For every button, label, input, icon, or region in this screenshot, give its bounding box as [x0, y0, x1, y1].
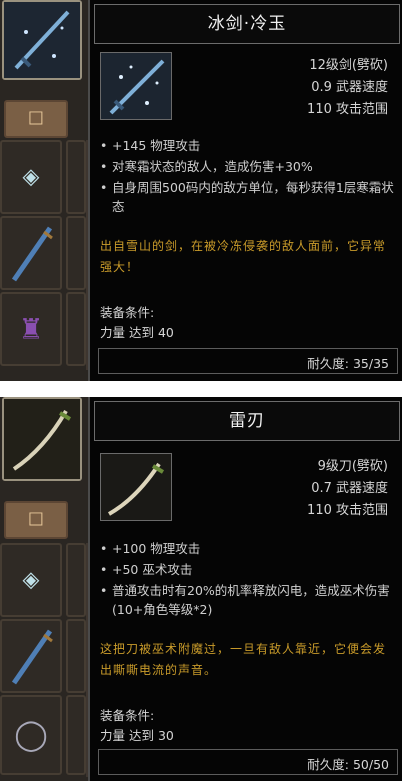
requirements-value: 力量 达到 40: [100, 325, 174, 340]
weapon-speed: 0.9 武器速度: [311, 80, 388, 95]
blade-icon: [11, 226, 53, 282]
blade-icon: [11, 629, 53, 685]
inventory-slot[interactable]: ◈: [0, 140, 62, 214]
effect-line: 普通攻击时有20%的机率释放闪电，造成巫术伤害(10+角色等级*2): [100, 581, 396, 619]
weapon-speed: 0.7 武器速度: [311, 481, 388, 496]
inventory-tab[interactable]: ☐: [4, 501, 68, 539]
inventory-slot[interactable]: [66, 695, 86, 775]
scarf-icon: ◈: [22, 567, 40, 593]
effect-line: +50 巫术攻击: [100, 560, 396, 579]
item-name: 冰剑·冷玉: [94, 4, 400, 44]
inventory-slot[interactable]: [0, 216, 62, 290]
inventory-tab[interactable]: ☐: [4, 100, 68, 138]
item-icon-frame: [100, 453, 172, 521]
inventory-slot-selected[interactable]: [2, 0, 82, 80]
inventory-slot[interactable]: [66, 216, 86, 290]
inventory-slot[interactable]: [66, 292, 86, 366]
inventory-slot[interactable]: ♜: [0, 292, 62, 366]
attack-range: 110 攻击范围: [307, 503, 388, 518]
item-lore: 这把刀被巫术附魔过，一旦有敌人靠近，它便会发出嘶嘶电流的声音。: [100, 642, 387, 677]
effect-line: 自身周围500码内的敌方单位，每秒获得1层寒霜状态: [100, 178, 396, 216]
requirements-value: 力量 达到 30: [100, 728, 174, 743]
item-name: 雷刃: [94, 401, 400, 441]
tab-icon: ☐: [27, 509, 45, 531]
attack-range: 110 攻击范围: [307, 102, 388, 117]
durability-text: 耐久度: 35/35: [307, 356, 389, 371]
curved-blade-icon: [108, 462, 165, 516]
item-tooltip-panel-ice-sword: ☐ ◈ ♜ 冰剑·冷玉 12级剑(劈砍) 0.9 武器速度 110 攻击范围 •…: [0, 0, 402, 381]
scarf-icon: ◈: [22, 164, 40, 190]
item-tooltip-panel-thunder-blade: ☐ ◈ ◯ 雷刃 9级刀(劈砍) 0.7 武器速度 110 攻击范围 • +10…: [0, 397, 402, 781]
inventory-slot-selected[interactable]: [2, 397, 82, 481]
requirements-label: 装备条件:: [100, 305, 155, 320]
item-level-type: 9级刀(劈砍): [317, 459, 388, 474]
ice-sword-icon: [4, 2, 80, 78]
armor-icon: ♜: [18, 312, 44, 346]
item-tooltip: 雷刃 9级刀(劈砍) 0.7 武器速度 110 攻击范围 +100 物理攻击 +…: [88, 397, 402, 781]
inventory-column: ☐ ◈ ◯: [0, 397, 96, 781]
inventory-slot[interactable]: [66, 619, 86, 693]
bracelet-icon: ◯: [14, 717, 48, 753]
inventory-slot[interactable]: [66, 140, 86, 214]
durability-text: 耐久度: 50/50: [307, 757, 389, 772]
inventory-column: ☐ ◈ ♜: [0, 0, 96, 381]
tab-icon: ☐: [27, 108, 45, 130]
inventory-slot[interactable]: [66, 543, 86, 617]
effect-line: +100 物理攻击: [100, 539, 396, 558]
inventory-slot[interactable]: ◈: [0, 543, 62, 617]
inventory-slot[interactable]: ◯: [0, 695, 62, 775]
requirements-label: 装备条件:: [100, 708, 155, 723]
item-lore: 出自雪山的剑，在被冷冻侵袭的敌人面前，它异常强大！: [100, 239, 387, 274]
effect-line: 对寒霜状态的敌人，造成伤害+30%: [100, 157, 396, 176]
item-level-type: 12级剑(劈砍): [309, 58, 388, 73]
inventory-slot[interactable]: [0, 619, 62, 693]
ice-sword-icon: [109, 59, 165, 115]
curved-blade-icon: [4, 399, 80, 479]
item-icon-frame: [100, 52, 172, 120]
durability-box: 耐久度: 35/35: [98, 348, 398, 374]
durability-box: 耐久度: 50/50: [98, 749, 398, 775]
effect-line: +145 物理攻击: [100, 136, 396, 155]
item-tooltip: 冰剑·冷玉 12级剑(劈砍) 0.9 武器速度 110 攻击范围 +145 物理…: [88, 0, 402, 381]
